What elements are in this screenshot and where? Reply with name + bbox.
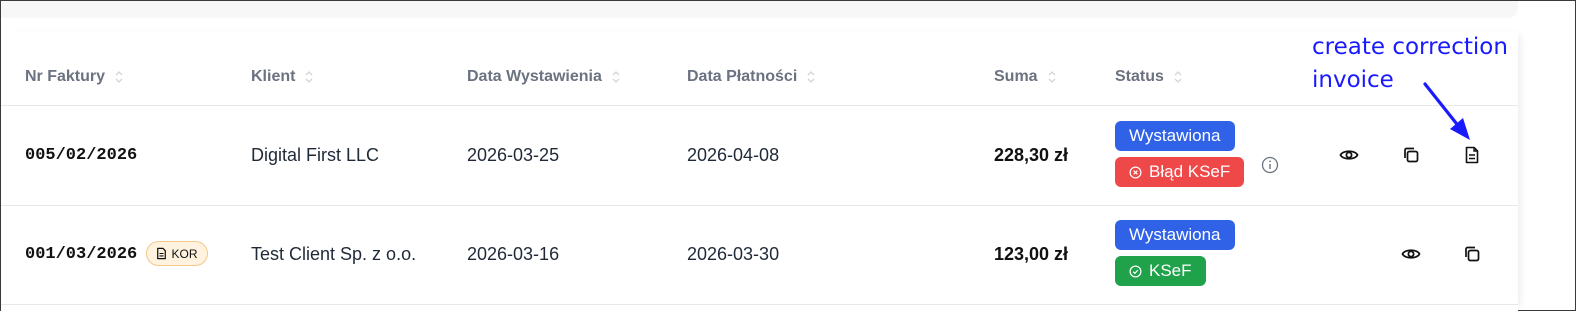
annotation-label: create correction invoice: [1312, 34, 1508, 93]
row-divider: [1, 304, 1518, 305]
sort-icon: [1174, 71, 1182, 83]
sort-icon: [807, 71, 815, 83]
payment-date: 2026-03-30: [687, 243, 780, 264]
status-badge-issued: Wystawiona: [1115, 121, 1235, 151]
invoice-total: 123,00 zł: [994, 243, 1069, 264]
create-correction-button[interactable]: [1460, 143, 1484, 167]
eye-icon: [1339, 150, 1359, 160]
sort-icon: [1048, 71, 1056, 83]
column-header-status[interactable]: Status: [1115, 67, 1182, 87]
sort-icon: [612, 71, 620, 83]
issue-date: 2026-03-16: [467, 243, 560, 264]
sort-icon: [305, 71, 313, 83]
copy-icon: [1404, 147, 1419, 163]
invoice-total: 228,30 zł: [994, 144, 1069, 165]
x-circle-icon: [1129, 166, 1142, 179]
client-name: Test Client Sp. z o.o.: [251, 243, 417, 264]
status-badge-ksef-error: Błąd KSeF: [1115, 157, 1245, 187]
column-header-invoice-number[interactable]: Nr Faktury: [25, 67, 123, 87]
column-header-client[interactable]: Klient: [251, 67, 313, 87]
sort-icon: [115, 71, 123, 83]
top-panel-edge: [1, 1, 1518, 18]
correction-badge: KOR: [146, 241, 208, 266]
eye-icon: [1401, 249, 1421, 259]
view-invoice-button[interactable]: [1399, 242, 1423, 266]
status-badge-issued: Wystawiona: [1115, 220, 1235, 250]
view-invoice-button[interactable]: [1337, 143, 1361, 167]
duplicate-invoice-button[interactable]: [1399, 143, 1423, 167]
arrow-icon: [1423, 82, 1470, 140]
duplicate-invoice-button[interactable]: [1460, 242, 1484, 266]
invoice-number[interactable]: 005/02/2026: [25, 144, 137, 166]
column-header-issue-date[interactable]: Data Wystawienia: [467, 67, 620, 87]
client-name: Digital First LLC: [251, 144, 380, 165]
payment-date: 2026-04-08: [687, 144, 780, 165]
file-text-icon: [1465, 146, 1479, 164]
header-divider: [1, 105, 1518, 106]
file-text-icon: [157, 247, 167, 260]
row-divider: [1, 205, 1518, 206]
status-badge-ksef-ok: KSeF: [1115, 256, 1206, 286]
column-header-payment-date[interactable]: Data Płatności: [687, 67, 815, 87]
column-header-total[interactable]: Suma: [994, 67, 1056, 87]
check-circle-icon: [1129, 265, 1142, 278]
invoice-number[interactable]: 001/03/2026: [25, 243, 137, 265]
info-icon[interactable]: [1258, 153, 1282, 177]
copy-icon: [1465, 246, 1480, 262]
issue-date: 2026-03-25: [467, 144, 560, 165]
